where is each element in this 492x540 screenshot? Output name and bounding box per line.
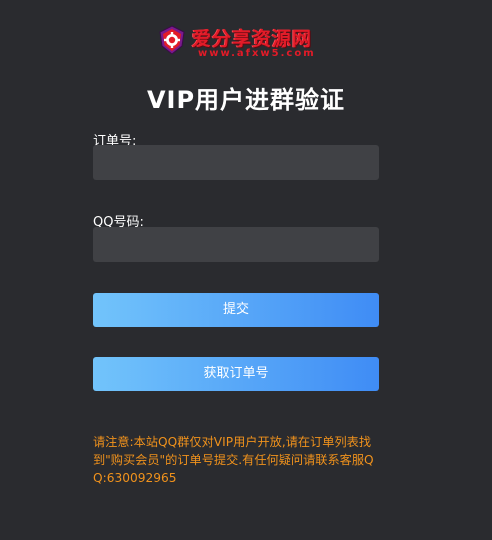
page-title: VIP用户进群验证 xyxy=(146,86,346,114)
order-number-input[interactable] xyxy=(93,145,379,180)
logo-title: 爱分享资源网 xyxy=(192,28,313,50)
notice-text: 请注意:本站QQ群仅对VIP用户开放,请在订单列表找到"购买会员"的订单号提交.… xyxy=(93,435,374,485)
shield-gear-icon xyxy=(159,25,185,55)
logo-domain: www.afxw5.com xyxy=(198,48,316,59)
get-order-number-button[interactable]: 获取订单号 xyxy=(93,357,379,391)
qq-number-input[interactable] xyxy=(93,227,379,262)
submit-button[interactable]: 提交 xyxy=(93,293,379,327)
site-logo: 爱分享资源网 www.afxw5.com xyxy=(156,22,328,62)
